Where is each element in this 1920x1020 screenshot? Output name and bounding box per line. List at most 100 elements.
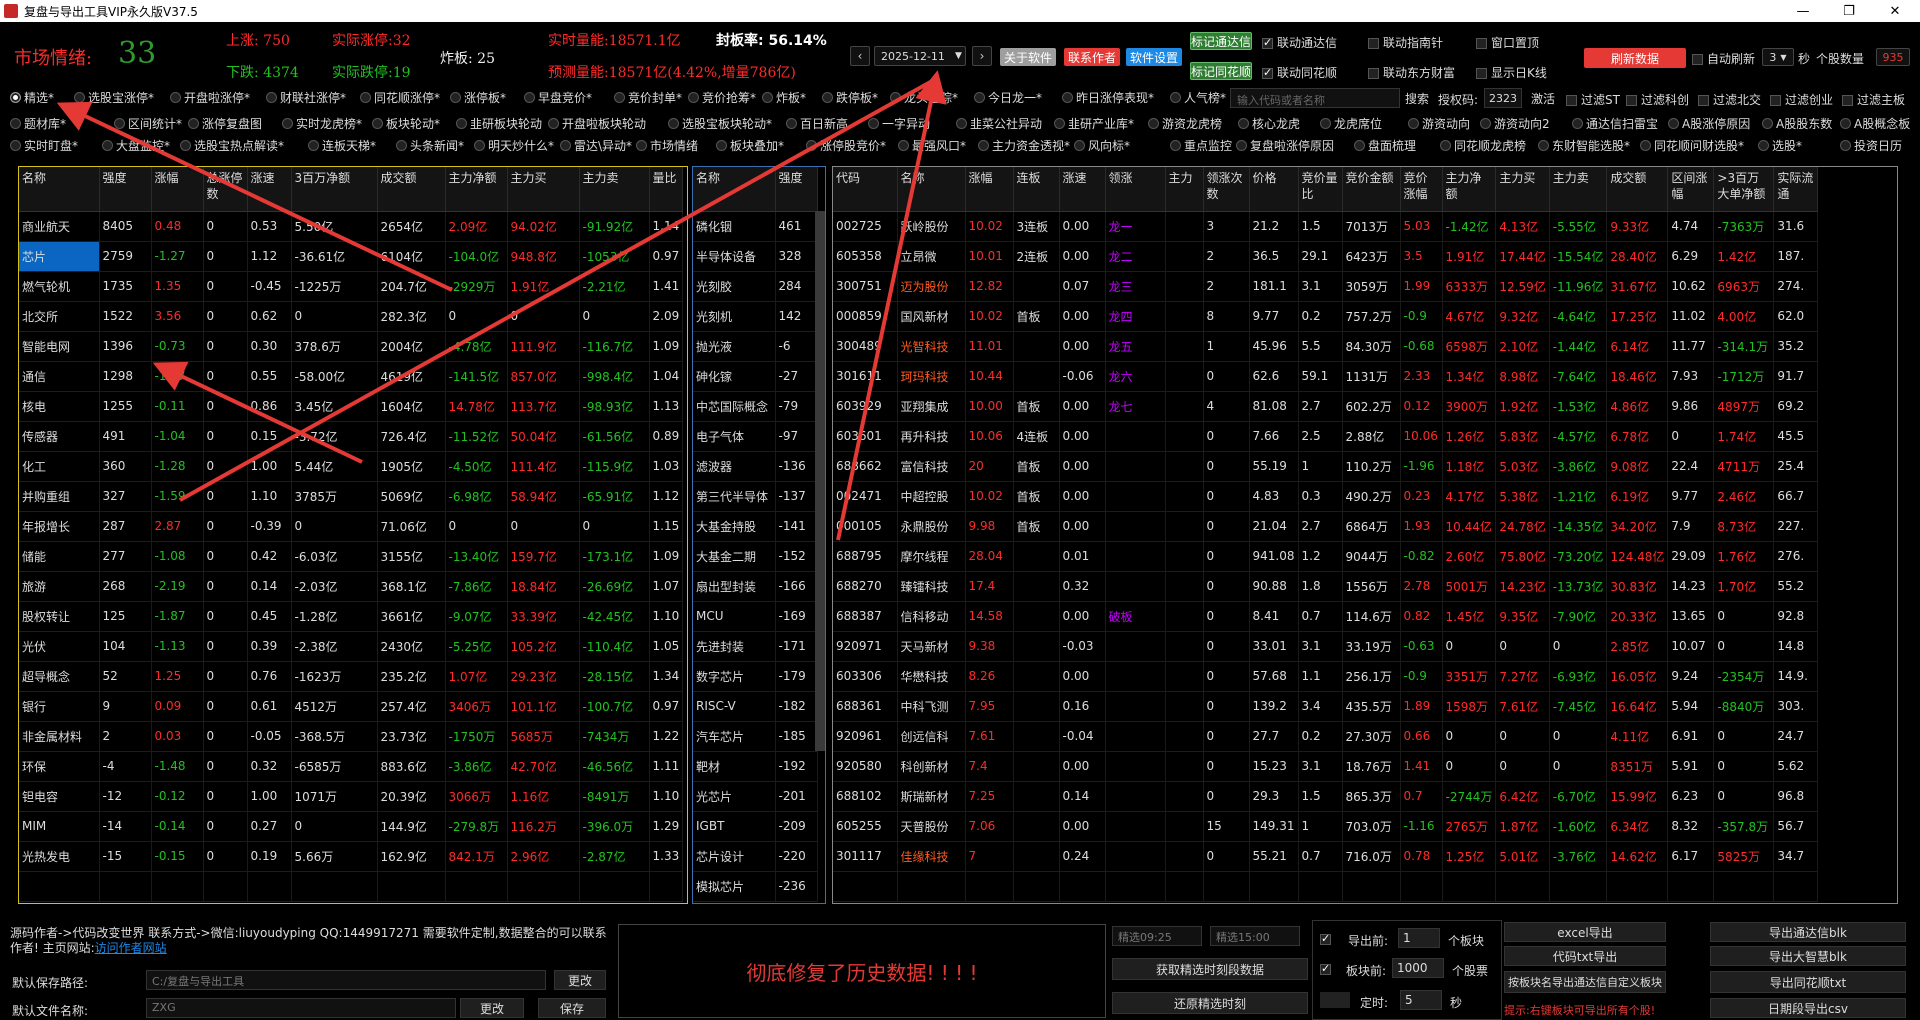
radio-icon[interactable]	[762, 91, 773, 103]
table-row[interactable]: 砷化镓 -27	[693, 361, 818, 392]
change-path-button[interactable]: 更改	[554, 970, 606, 990]
radio-icon[interactable]	[10, 91, 21, 103]
table-row[interactable]: 环保 -4 -1.48 0 0.32 -6585万 883.6亿 -3.86亿 42.70亿 -4…	[19, 751, 684, 782]
auth-input[interactable]: 2323	[1484, 88, 1522, 108]
table-row[interactable]: 688795 摩尔线程 28.04 0.01 0 941.08 1.2 9044万 -0.82 2…	[833, 541, 1819, 572]
table-row[interactable]: 燃气轮机 1735 1.35 0 -0.45 -1225万 204.7亿 -2929万 1.91…	[19, 271, 684, 302]
sector-header-7[interactable]: 主力净额	[445, 167, 508, 212]
options_row1-option-3[interactable]: 财联社涨停*	[266, 89, 346, 106]
radio-icon[interactable]	[1538, 139, 1549, 151]
settings-button[interactable]: 软件设置	[1126, 48, 1182, 66]
options_row1-option-6[interactable]: 早盘竞价*	[524, 89, 592, 106]
options_row3-option-10[interactable]: 最强风口*	[898, 137, 966, 154]
filter-kc-checkbox[interactable]: 过滤科创	[1626, 91, 1689, 108]
stock-header-4[interactable]: 涨速	[1059, 167, 1106, 212]
table-row[interactable]: 靶材 -192	[693, 751, 818, 782]
search-button[interactable]: 搜索	[1402, 88, 1432, 108]
auto-refresh-checkbox[interactable]: 自动刷新	[1692, 50, 1755, 67]
table-row[interactable]: 非金属材料 2 0.03 0 -0.05 -368.5万 23.73亿 -1750万 5685万…	[19, 721, 684, 752]
radio-icon[interactable]	[1640, 139, 1651, 151]
options_row2-option-11[interactable]: 韭研产业库*	[1054, 115, 1134, 132]
table-row[interactable]: 磷化铟 461	[693, 211, 818, 242]
radio-icon[interactable]	[688, 91, 699, 103]
table-row[interactable]: 第三代半导体 -137	[693, 481, 818, 512]
radio-icon[interactable]	[308, 139, 319, 151]
radio-icon[interactable]	[102, 139, 113, 151]
export-by-sector-button[interactable]: 按板块名导出通达信自定义板块	[1504, 971, 1666, 993]
options_row2-option-10[interactable]: 韭菜公社异动	[956, 115, 1042, 132]
concept-header-0[interactable]: 名称	[693, 167, 776, 212]
export-front-spinner[interactable]: 1	[1398, 928, 1440, 948]
table-row[interactable]: 汽车芯片 -185	[693, 721, 818, 752]
change-file-button[interactable]: 更改	[460, 998, 524, 1018]
stock-header-7[interactable]: 领涨次数	[1203, 167, 1250, 212]
refresh-data-button[interactable]: 刷新数据	[1584, 48, 1686, 68]
radio-icon[interactable]	[180, 139, 191, 151]
table-row[interactable]: 股权转让 125 -1.87 0 0.45 -1.28亿 3661亿 -9.07亿 33.39亿…	[19, 601, 684, 632]
radio-icon[interactable]	[868, 117, 879, 129]
sector-header-10[interactable]: 量比	[649, 167, 684, 212]
options_row2-option-18[interactable]: A股涨停原因	[1668, 115, 1750, 132]
sector-header-6[interactable]: 成交额	[377, 167, 446, 212]
radio-icon[interactable]	[1238, 117, 1249, 129]
options_row3-option-2[interactable]: 选股宝热点解读*	[180, 137, 284, 154]
table-row[interactable]: 大基金持股 -141	[693, 511, 818, 542]
sector-header-0[interactable]: 名称	[19, 167, 100, 212]
radio-icon[interactable]	[1170, 139, 1181, 151]
table-row[interactable]	[833, 871, 1819, 902]
show-day-k-checkbox[interactable]: 显示日K线	[1476, 64, 1547, 81]
radio-icon[interactable]	[898, 139, 909, 151]
table-row[interactable]: 光芯片 -201	[693, 781, 818, 812]
table-row[interactable]: 智能电网 1396 -0.73 0 0.30 378.6万 2004亿 -4.78亿 111.9…	[19, 331, 684, 362]
stock-header-12[interactable]: 主力净额	[1442, 167, 1497, 212]
table-row[interactable]: 920580 科创新材 7.4 0.00 0 15.23 3.1 18.76万 1.41 0 0 0 8…	[833, 751, 1819, 782]
excel-export-button[interactable]: excel导出	[1504, 922, 1666, 942]
options_row3-option-16[interactable]: 同花顺龙虎榜	[1440, 137, 1526, 154]
pick-0925-input[interactable]: 精选09:25	[1112, 926, 1202, 946]
sector-header-9[interactable]: 主力卖	[579, 167, 650, 212]
radio-icon[interactable]	[1480, 117, 1491, 129]
stock-header-9[interactable]: 竞价量比	[1298, 167, 1343, 212]
stock-header-14[interactable]: 主力卖	[1549, 167, 1608, 212]
radio-icon[interactable]	[456, 117, 467, 129]
options_row2-option-9[interactable]: 一字异动	[868, 115, 930, 132]
table-row[interactable]: 超导概念 52 1.25 0 0.76 -1623万 235.2亿 1.07亿 29.23亿 -2…	[19, 661, 684, 692]
options_row1-option-12[interactable]: 今日龙一*	[974, 89, 1042, 106]
save-button[interactable]: 保存	[538, 998, 606, 1018]
radio-icon[interactable]	[1054, 117, 1065, 129]
save-path-input[interactable]: C:/复盘与导出工具	[146, 970, 546, 990]
code-txt-export-button[interactable]: 代码txt导出	[1504, 946, 1666, 966]
table-row[interactable]: 光热发电 -15 -0.15 0 0.19 5.66万 162.9亿 842.1万 2.96亿 -…	[19, 841, 684, 872]
radio-icon[interactable]	[266, 91, 277, 103]
sector-header-2[interactable]: 涨幅	[151, 167, 204, 212]
about-button[interactable]: 关于软件	[1000, 48, 1056, 66]
radio-icon[interactable]	[1440, 139, 1451, 151]
options_row1-option-8[interactable]: 竞价抢筹*	[688, 89, 756, 106]
link-znz-checkbox[interactable]: 联动指南针	[1368, 34, 1443, 51]
table-row[interactable]: 301611 珂玛科技 10.44 -0.06 龙六 0 62.6 59.1 1131万 2.33…	[833, 361, 1819, 392]
radio-icon[interactable]	[1354, 139, 1365, 151]
link-dfcf-checkbox[interactable]: 联动东方财富	[1368, 64, 1455, 81]
radio-icon[interactable]	[1762, 117, 1773, 129]
radio-icon[interactable]	[1840, 117, 1851, 129]
options_row3-option-18[interactable]: 同花顺问财选股*	[1640, 137, 1744, 154]
table-row[interactable]: 储能 277 -1.08 0 0.42 -6.03亿 3155亿 -13.40亿 159.7亿 -…	[19, 541, 684, 572]
options_row2-option-17[interactable]: 通达信扫雷宝	[1572, 115, 1658, 132]
table-row[interactable]: 半导体设备 328	[693, 241, 818, 272]
options_row1-option-4[interactable]: 同花顺涨停*	[360, 89, 440, 106]
stock-header-3[interactable]: 连板	[1013, 167, 1060, 212]
table-row[interactable]: 000105 永鼎股份 9.98 首板 0.00 0 21.04 2.7 6864万 1.93 10…	[833, 511, 1819, 542]
table-row[interactable]	[19, 871, 684, 902]
stock-header-11[interactable]: 竞价涨幅	[1400, 167, 1443, 212]
timer-toggle[interactable]	[1320, 992, 1350, 1008]
options_row3-option-5[interactable]: 明天炒什么*	[474, 137, 554, 154]
radio-icon[interactable]	[1074, 139, 1085, 151]
radio-icon[interactable]	[450, 91, 461, 103]
concept-scrollbar[interactable]	[815, 211, 825, 751]
table-row[interactable]: 920961 创远信科 7.61 -0.04 0 27.7 0.2 27.30万 0.66 0 0 0…	[833, 721, 1819, 752]
table-row[interactable]: 模拟芯片 -236	[693, 871, 818, 902]
options_row3-option-20[interactable]: 投资日历	[1840, 137, 1902, 154]
options_row2-option-6[interactable]: 开盘啦板块轮动	[548, 115, 646, 132]
table-row[interactable]: 603306 华懋科技 8.26 0.00 0 57.68 1.1 256.1万 -0.9 335…	[833, 661, 1819, 692]
table-row[interactable]: 300751 迈为股份 12.82 0.07 龙三 2 181.1 3.1 3059万 1.99 6…	[833, 271, 1819, 302]
